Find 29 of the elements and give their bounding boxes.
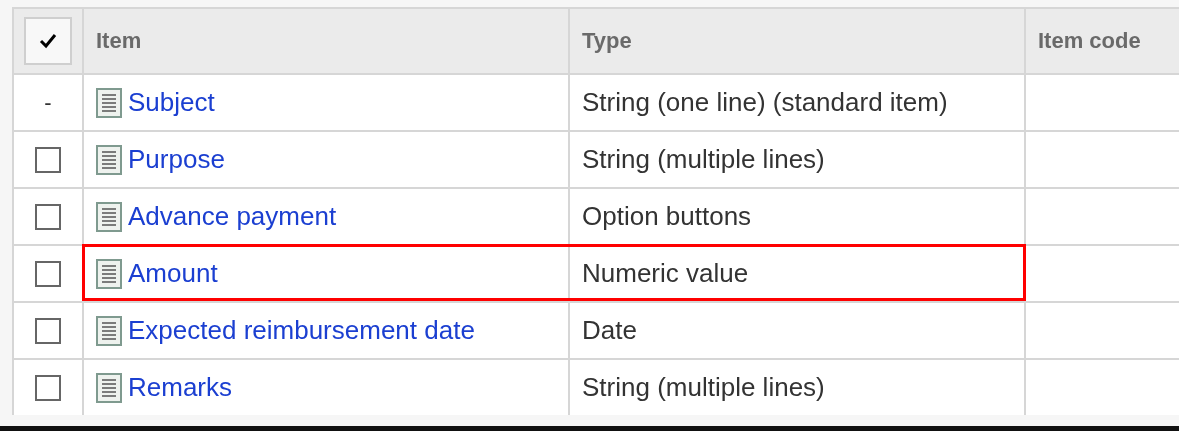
type-cell: String (one line) (standard item) [582,87,948,118]
column-header[interactable]: Item [96,28,142,54]
item-link[interactable]: Purpose [128,144,225,175]
document-icon [96,201,122,232]
item-link[interactable]: Expected reimbursement date [128,315,475,346]
item-link[interactable]: Subject [128,87,215,118]
dash-mark: - [44,89,52,116]
document-icon [96,144,122,175]
column-header[interactable]: Type [582,28,632,54]
type-cell: Numeric value [582,258,749,289]
row-checkbox[interactable] [35,260,61,287]
type-cell: Option buttons [582,201,752,232]
document-icon [96,315,122,346]
type-cell: Date [582,315,637,346]
document-icon [96,258,122,289]
row-checkbox[interactable] [35,203,61,230]
type-cell: String (multiple lines) [582,144,825,175]
document-icon [96,372,122,403]
document-icon [96,87,122,118]
item-link[interactable]: Remarks [128,372,232,403]
column-header[interactable]: Item code [1038,28,1141,54]
type-cell: String (multiple lines) [582,372,825,403]
row-checkbox[interactable] [35,374,61,401]
row-checkbox[interactable] [35,317,61,344]
item-link[interactable]: Advance payment [128,201,337,232]
item-link[interactable]: Amount [128,258,218,289]
select-all-checkbox[interactable] [24,17,72,65]
check-icon [39,33,57,49]
row-checkbox[interactable] [35,146,61,173]
